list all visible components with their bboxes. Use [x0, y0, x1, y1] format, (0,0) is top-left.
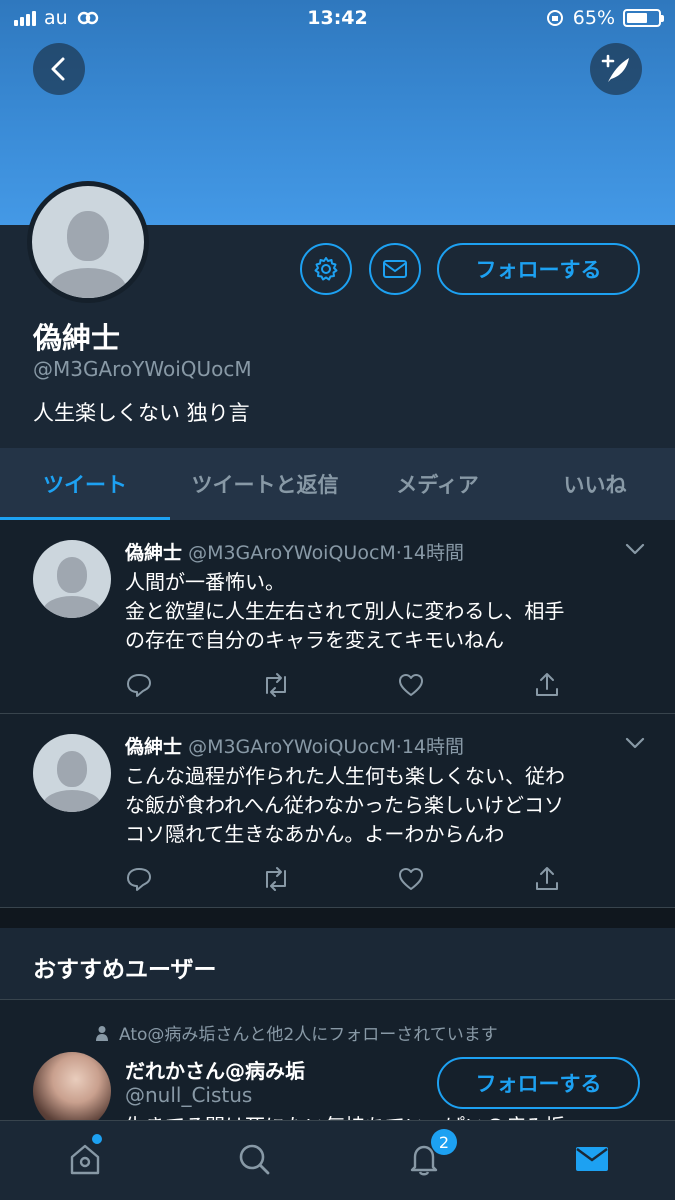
- settings-button[interactable]: [300, 243, 352, 295]
- chevron-down-icon[interactable]: [624, 736, 646, 750]
- message-button[interactable]: [369, 243, 421, 295]
- recommended-follow-button[interactable]: フォローする: [437, 1057, 640, 1109]
- heart-icon[interactable]: [397, 865, 425, 893]
- person-icon: [96, 1025, 108, 1041]
- tweet[interactable]: 偽紳士 @M3GAroYWoiQUocM·14時間 こんな過程が作られた人生何も…: [0, 714, 675, 908]
- retweet-icon[interactable]: [260, 671, 292, 699]
- social-context: Ato@病み垢さんと他2人にフォローされています: [95, 1020, 498, 1045]
- notification-badge: 2: [431, 1129, 457, 1155]
- bottom-tab-bar: [0, 1120, 675, 1200]
- profile-avatar[interactable]: [27, 181, 149, 303]
- tweet-author-name[interactable]: 偽紳士: [125, 542, 182, 564]
- gear-icon: [314, 257, 338, 281]
- recommended-users-title: おすすめユーザー: [33, 957, 217, 983]
- tab-tweets-replies[interactable]: ツイートと返信: [170, 448, 360, 520]
- recommended-user-card[interactable]: Ato@病み垢さんと他2人にフォローされています だれかさん@病み垢 @null…: [0, 1000, 675, 1120]
- follow-button[interactable]: フォローする: [437, 243, 640, 295]
- compose-feather-icon: [601, 54, 629, 82]
- tab-tweets[interactable]: ツイート: [0, 448, 170, 520]
- reply-icon[interactable]: [125, 671, 153, 699]
- recommended-users-header: おすすめユーザー: [0, 928, 675, 1000]
- home-tab[interactable]: [65, 1139, 105, 1179]
- tweet-avatar[interactable]: [33, 540, 111, 618]
- section-divider: [0, 908, 675, 928]
- tweet-time: 14時間: [401, 736, 465, 758]
- mail-icon: [576, 1147, 608, 1171]
- home-icon: [70, 1144, 100, 1175]
- tweet-text: こんな過程が作られた人生何も楽しくない、従わ な飯が食われへん従わなかったら楽し…: [125, 764, 565, 846]
- tweet-author-name[interactable]: 偽紳士: [125, 736, 182, 758]
- status-time: 13:42: [307, 7, 368, 29]
- profile-bio: 人生楽しくない 独り言: [33, 401, 250, 425]
- profile-tabs: ツイート ツイートと返信 メディア いいね: [0, 448, 675, 520]
- back-button[interactable]: [33, 43, 85, 95]
- heart-icon[interactable]: [397, 671, 425, 699]
- tab-likes[interactable]: いいね: [515, 448, 675, 520]
- reply-icon[interactable]: [125, 865, 153, 893]
- tweet-author-handle: @M3GAroYWoiQUocM: [188, 736, 396, 758]
- profile-display-name: 偽紳士: [33, 321, 121, 355]
- tweet-actions: [125, 671, 565, 701]
- chevron-down-icon[interactable]: [624, 542, 646, 556]
- compose-tweet-button[interactable]: [590, 43, 642, 95]
- messages-tab[interactable]: [572, 1139, 612, 1179]
- recommended-user-bio: 生きてる間は死にたい気持ちでいっぱいの病み垢: [125, 1110, 565, 1120]
- tweet-time: 14時間: [401, 542, 465, 564]
- search-tab[interactable]: [234, 1139, 274, 1179]
- mail-icon: [383, 260, 407, 278]
- tweet-author-handle: @M3GAroYWoiQUocM: [188, 542, 396, 564]
- social-context-text: Ato@病み垢さんと他2人にフォローされています: [119, 1025, 498, 1045]
- search-icon: [239, 1144, 270, 1175]
- tweet[interactable]: 偽紳士 @M3GAroYWoiQUocM·14時間 人間が一番怖い。 金と欲望に…: [0, 520, 675, 714]
- share-icon[interactable]: [533, 865, 561, 893]
- share-icon[interactable]: [533, 671, 561, 699]
- status-bar: au 13:42 65%: [0, 0, 675, 36]
- tweet-text: 人間が一番怖い。 金と欲望に人生左右されて別人に変わるし、相手 の存在で自分のキ…: [125, 570, 565, 652]
- tab-media[interactable]: メディア: [360, 448, 515, 520]
- profile-handle: @M3GAroYWoiQUocM: [33, 357, 252, 381]
- recommended-user-handle: @null_Cistus: [125, 1083, 253, 1107]
- retweet-icon[interactable]: [260, 865, 292, 893]
- recommended-user-avatar[interactable]: [33, 1052, 111, 1120]
- battery-icon: [623, 9, 664, 27]
- chevron-left-icon: [51, 57, 65, 81]
- home-unread-dot: [92, 1134, 102, 1144]
- tweet-avatar[interactable]: [33, 734, 111, 812]
- tweet-actions: [125, 865, 565, 895]
- recommended-user-name[interactable]: だれかさん@病み垢: [125, 1055, 305, 1084]
